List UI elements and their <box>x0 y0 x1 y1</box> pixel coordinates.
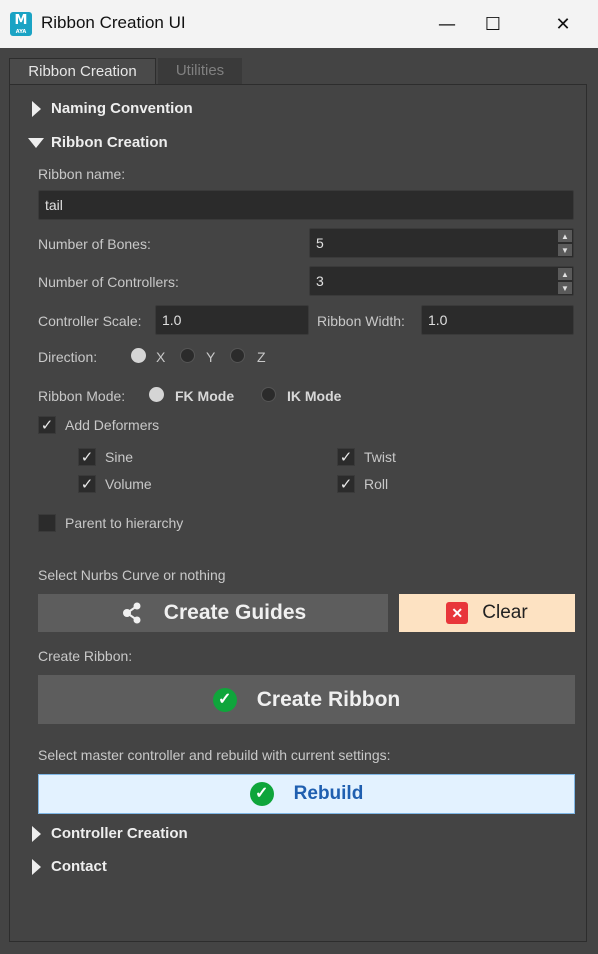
spin-up-icon[interactable]: ▲ <box>557 229 573 243</box>
section-title-contact: Contact <box>51 858 107 875</box>
add-deformers-label: Add Deformers <box>65 417 160 433</box>
title-bar: M AYA Ribbon Creation UI — ☐ ✕ <box>0 0 598 48</box>
rebuild-text: Select master controller and rebuild wit… <box>38 747 391 763</box>
ik-mode-radio[interactable] <box>261 387 276 402</box>
select-curve-text: Select Nurbs Curve or nothing <box>38 567 226 583</box>
section-title-ribbon: Ribbon Creation <box>51 134 168 151</box>
sine-label: Sine <box>105 449 134 465</box>
ribbon-creation-window: M AYA Ribbon Creation UI — ☐ ✕ Ribbon Cre… <box>0 0 598 954</box>
direction-x-label: X <box>156 349 166 365</box>
x-square-icon: ✕ <box>446 602 469 624</box>
controllers-value: 3 <box>316 273 324 289</box>
bones-value: 5 <box>316 235 324 251</box>
expand-arrow-icon <box>32 859 41 875</box>
check-circle-icon: ✓ <box>212 687 237 712</box>
spin-down-icon[interactable]: ▼ <box>557 243 573 257</box>
rebuild-button[interactable]: ✓ Rebuild <box>38 774 575 814</box>
bones-spinbox[interactable]: 5 ▲ ▼ <box>309 228 574 258</box>
minimize-icon: — <box>438 13 456 35</box>
minimize-button[interactable]: — <box>424 0 470 48</box>
clear-button[interactable]: ✕ Clear <box>399 594 575 632</box>
maya-app-icon: M AYA <box>10 12 32 36</box>
bones-label: Number of Bones: <box>38 236 151 252</box>
create-guides-button[interactable]: Create Guides <box>38 594 388 632</box>
maximize-button[interactable]: ☐ <box>470 0 516 48</box>
direction-y-label: Y <box>206 349 216 365</box>
volume-label: Volume <box>105 476 152 492</box>
direction-label: Direction: <box>38 349 98 365</box>
close-button[interactable]: ✕ <box>540 0 586 48</box>
direction-x-radio[interactable] <box>131 348 146 363</box>
direction-z-radio[interactable] <box>230 348 245 363</box>
controllers-spinner: ▲ ▼ <box>557 267 573 295</box>
parent-hierarchy-label: Parent to hierarchy <box>65 515 184 531</box>
direction-z-label: Z <box>257 349 266 365</box>
create-ribbon-text: Create Ribbon: <box>38 648 133 664</box>
clear-label: Clear <box>482 602 528 623</box>
controller-scale-input[interactable]: 1.0 <box>155 305 309 335</box>
controller-scale-label: Controller Scale: <box>38 313 142 329</box>
roll-checkbox[interactable]: ✓ <box>337 475 355 493</box>
volume-checkbox[interactable]: ✓ <box>78 475 96 493</box>
add-deformers-checkbox[interactable]: ✓ <box>38 416 56 434</box>
ik-mode-label: IK Mode <box>287 388 342 404</box>
twist-checkbox[interactable]: ✓ <box>337 448 355 466</box>
roll-label: Roll <box>364 476 389 492</box>
maximize-icon: ☐ <box>484 13 502 35</box>
window-title: Ribbon Creation UI <box>41 13 186 32</box>
spin-up-icon[interactable]: ▲ <box>557 267 573 281</box>
expand-arrow-icon <box>32 101 41 117</box>
tab-panel: Naming Convention Ribbon Creation Ribbon… <box>9 84 587 942</box>
direction-y-radio[interactable] <box>180 348 195 363</box>
controllers-spinbox[interactable]: 3 ▲ ▼ <box>309 266 574 296</box>
tab-ribbon-creation[interactable]: Ribbon Creation <box>9 58 156 85</box>
collapse-arrow-icon <box>28 138 44 148</box>
ribbon-name-input[interactable]: tail <box>38 190 574 220</box>
create-guides-label: Create Guides <box>163 601 307 624</box>
sine-checkbox[interactable]: ✓ <box>78 448 96 466</box>
fk-mode-radio[interactable] <box>149 387 164 402</box>
check-circle-icon: ✓ <box>249 782 274 806</box>
nodes-icon <box>122 602 141 624</box>
create-ribbon-button[interactable]: ✓ Create Ribbon <box>38 675 575 724</box>
tab-utilities[interactable]: Utilities <box>158 58 242 84</box>
ribbon-width-label: Ribbon Width: <box>317 313 405 329</box>
twist-label: Twist <box>364 449 396 465</box>
section-title-naming: Naming Convention <box>51 100 193 117</box>
spin-down-icon[interactable]: ▼ <box>557 281 573 295</box>
ribbon-mode-label: Ribbon Mode: <box>38 388 126 404</box>
fk-mode-label: FK Mode <box>175 388 235 404</box>
rebuild-label: Rebuild <box>293 783 364 804</box>
ribbon-name-label: Ribbon name: <box>38 166 126 182</box>
close-icon: ✕ <box>555 13 571 35</box>
expand-arrow-icon <box>32 826 41 842</box>
parent-hierarchy-checkbox[interactable] <box>38 514 56 532</box>
ribbon-width-input[interactable]: 1.0 <box>421 305 574 335</box>
create-ribbon-label: Create Ribbon <box>256 687 401 711</box>
controllers-label: Number of Controllers: <box>38 274 179 290</box>
bones-spinner: ▲ ▼ <box>557 229 573 257</box>
section-title-controller: Controller Creation <box>51 825 188 842</box>
